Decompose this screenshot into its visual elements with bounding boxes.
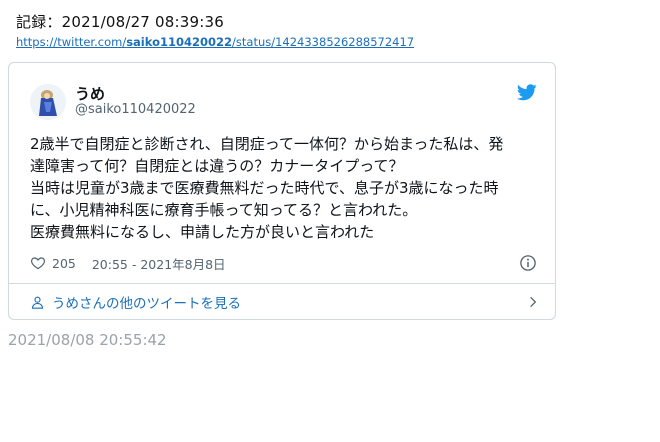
tweet-text-line: 医療費無料になるし、申請した方が良いと言われた <box>30 223 375 241</box>
info-icon[interactable] <box>519 254 537 272</box>
posted-timestamp: 2021/08/08 20:55:42 <box>8 331 167 349</box>
chevron-right-icon <box>530 296 537 308</box>
more-tweets-label: うめさんの他のツイートを見る <box>52 296 241 312</box>
tweet-text-line: に、小児精神科医に療育手帳って知ってる？と言われた。 <box>30 201 418 219</box>
tweet-source-link[interactable]: https://twitter.com/saiko110420022/statu… <box>16 35 414 49</box>
tweet-text-line: 達障害って何？自閉症とは違うの？カナータイプって？ <box>30 157 404 175</box>
tweet-text-line: 当時は児童が3歳まで医療費無料だった時代で、息子が3歳になった時 <box>30 179 499 197</box>
tweet-text: 2歳半で自閉症と診断され、自閉症って一体何？から始まった私は、発 達障害って何？… <box>30 133 540 243</box>
card-divider <box>9 283 555 284</box>
url-prefix: https://twitter.com/ <box>16 35 127 49</box>
author-handle[interactable]: @saiko110420022 <box>75 102 196 117</box>
author-display-name[interactable]: うめ <box>75 83 105 104</box>
more-tweets-link[interactable]: うめさんの他のツイートを見る <box>30 292 540 312</box>
url-suffix: /status/1424338526288572417 <box>232 35 415 49</box>
embedded-tweet-card: うめ @saiko110420022 2歳半で自閉症と診断され、自閉症って一体何… <box>8 62 556 320</box>
avatar-image <box>30 84 66 120</box>
record-timestamp: 記録：2021/08/27 08:39:36 <box>16 13 224 31</box>
tweet-timestamp[interactable]: 20:55 - 2021年8月8日 <box>92 254 226 273</box>
avatar[interactable] <box>30 84 66 120</box>
like-count[interactable]: 205 <box>52 256 76 271</box>
twitter-bird-icon[interactable] <box>517 84 537 101</box>
tweet-meta: 205 20:55 - 2021年8月8日 <box>30 254 226 272</box>
url-user: saiko110420022 <box>126 35 233 49</box>
tweet-text-line: 2歳半で自閉症と診断され、自閉症って一体何？から始まった私は、発 <box>30 135 504 153</box>
heart-icon[interactable] <box>30 255 46 271</box>
person-icon <box>31 296 44 309</box>
